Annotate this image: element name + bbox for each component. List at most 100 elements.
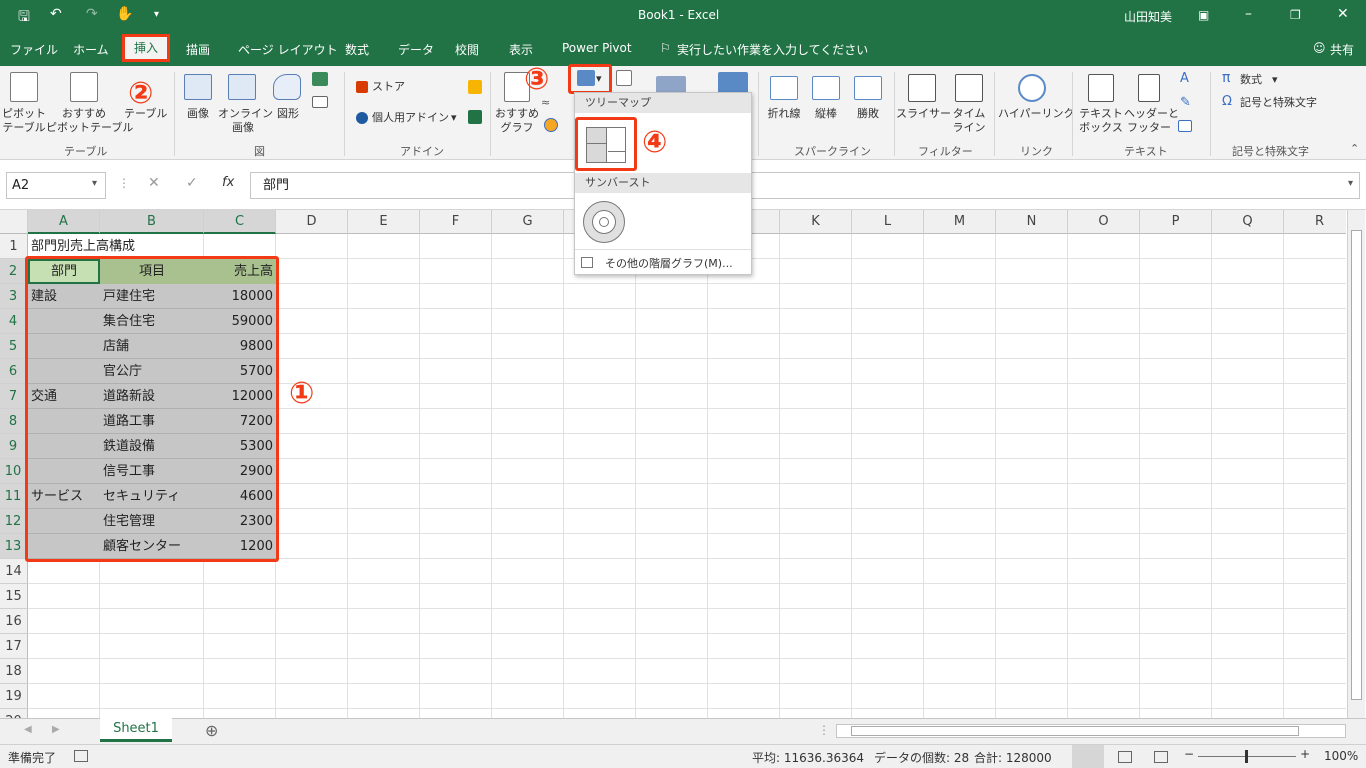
tab-insert[interactable]: 挿入 — [122, 34, 170, 62]
worksheet-grid[interactable]: ABCDEFGHIJKLMNOPQR1234567891011121314151… — [0, 210, 1346, 718]
zoom-out-icon[interactable]: − — [1184, 747, 1194, 761]
online-image-button[interactable]: オンライン 画像 — [218, 107, 273, 135]
vertical-scroll-thumb[interactable] — [1351, 230, 1362, 700]
row-header[interactable]: 8 — [0, 409, 28, 434]
row-header[interactable]: 10 — [0, 459, 28, 484]
personal-addin-button[interactable]: 個人用アドイン — [372, 111, 449, 125]
wordart-icon[interactable]: A — [1180, 72, 1189, 86]
column-header[interactable]: R — [1284, 210, 1346, 234]
save-icon[interactable]: 🖫 — [18, 6, 30, 30]
tab-power-pivot[interactable]: Power Pivot — [562, 41, 632, 55]
equation-button[interactable]: 数式 — [1240, 73, 1262, 87]
signature-icon[interactable]: ✎ — [1180, 96, 1191, 110]
row-header[interactable]: 16 — [0, 609, 28, 634]
close-icon[interactable]: ✕ — [1337, 6, 1349, 22]
expand-formula-icon[interactable]: ▾ — [1348, 178, 1353, 189]
pivot-table-button[interactable]: ピボット テーブル — [2, 107, 46, 135]
sunburst-option[interactable] — [583, 201, 625, 243]
sheet-tab-sheet1[interactable]: Sheet1 — [100, 718, 172, 742]
pie-chart-icon[interactable] — [544, 118, 558, 132]
column-header[interactable]: B — [100, 210, 204, 234]
row-header[interactable]: 9 — [0, 434, 28, 459]
shapes-button[interactable]: 図形 — [270, 107, 306, 121]
screenshot-icon[interactable] — [312, 96, 328, 108]
image-button[interactable]: 画像 — [180, 107, 216, 121]
status-count[interactable]: データの個数: 28 — [874, 749, 969, 766]
restore-icon[interactable]: ❐ — [1290, 8, 1301, 22]
zoom-slider-thumb[interactable] — [1245, 750, 1248, 763]
row-header[interactable]: 13 — [0, 534, 28, 559]
ribbon-display-icon[interactable]: ▣ — [1198, 8, 1209, 22]
row-header[interactable]: 19 — [0, 684, 28, 709]
store-button[interactable]: ストア — [372, 80, 405, 94]
row-header[interactable]: 6 — [0, 359, 28, 384]
customize-qat-icon[interactable]: ▾ — [154, 9, 159, 20]
header-footer-button[interactable]: ヘッダーと フッター — [1124, 107, 1179, 135]
recommended-chart-button[interactable]: おすすめ グラフ — [494, 107, 540, 135]
column-header[interactable]: E — [348, 210, 420, 234]
normal-view-button[interactable] — [1072, 745, 1104, 768]
row-header[interactable]: 12 — [0, 509, 28, 534]
timeline-button[interactable]: タイム ライン — [950, 107, 988, 135]
slicer-button[interactable]: スライサー — [896, 107, 951, 121]
tab-formulas[interactable]: 数式 — [345, 41, 369, 58]
object-icon[interactable] — [1178, 120, 1192, 132]
page-layout-view-icon[interactable] — [1118, 751, 1132, 763]
confirm-entry-icon[interactable]: ✓ — [186, 175, 198, 191]
sparkline-line-button[interactable]: 折れ線 — [764, 107, 804, 121]
zoom-in-icon[interactable]: + — [1300, 747, 1310, 761]
tab-draw[interactable]: 描画 — [186, 41, 210, 58]
tab-page-layout[interactable]: ページ レイアウト — [238, 41, 338, 58]
bing-icon[interactable] — [468, 80, 482, 94]
tab-review[interactable]: 校閲 — [455, 41, 479, 58]
page-break-view-icon[interactable] — [1154, 751, 1168, 763]
row-header[interactable]: 2 — [0, 259, 28, 284]
row-header[interactable]: 20 — [0, 709, 28, 718]
tab-file[interactable]: ファイル — [10, 41, 58, 58]
addin-dropdown-icon[interactable]: ▾ — [451, 111, 457, 125]
row-header[interactable]: 17 — [0, 634, 28, 659]
share-button[interactable]: 共有 — [1330, 41, 1354, 58]
zoom-level[interactable]: 100% — [1324, 749, 1358, 763]
next-sheet-icon[interactable]: ▶ — [52, 724, 60, 735]
sparkline-winloss-button[interactable]: 勝敗 — [850, 107, 886, 121]
add-sheet-icon[interactable]: ⊕ — [205, 721, 218, 740]
redo-icon[interactable]: ↷ — [86, 6, 98, 22]
cancel-entry-icon[interactable]: ✕ — [148, 175, 160, 191]
row-header[interactable]: 4 — [0, 309, 28, 334]
tab-split-icon[interactable]: ⋮ — [818, 723, 830, 737]
horizontal-scrollbar[interactable] — [836, 724, 1346, 738]
row-header[interactable]: 18 — [0, 659, 28, 684]
statistic-chart-icon[interactable] — [616, 70, 632, 86]
column-header[interactable]: M — [924, 210, 996, 234]
formula-input[interactable]: 部門 — [250, 172, 1360, 199]
tab-view[interactable]: 表示 — [509, 41, 533, 58]
user-name[interactable]: 山田知美 — [1124, 8, 1172, 25]
treemap-option[interactable] — [575, 117, 637, 171]
macro-record-icon[interactable] — [74, 750, 88, 762]
column-header[interactable]: A — [28, 210, 100, 234]
waterfall-chart-icon[interactable]: ≈ — [541, 96, 550, 110]
column-header[interactable]: F — [420, 210, 492, 234]
name-box[interactable]: A2 — [6, 172, 106, 199]
status-average[interactable]: 平均: 11636.36364 — [752, 749, 864, 766]
column-header[interactable]: G — [492, 210, 564, 234]
sparkline-column-button[interactable]: 縦棒 — [808, 107, 844, 121]
more-hierarchy-charts-item[interactable]: その他の階層グラフ(M)... — [605, 255, 733, 271]
row-header[interactable]: 1 — [0, 234, 28, 259]
tell-me-input[interactable]: 実行したい作業を入力してください — [677, 41, 868, 58]
recommended-pivot-button[interactable]: おすすめ ピボットテーブル — [46, 107, 133, 135]
people-graph-icon[interactable] — [468, 110, 482, 124]
select-all-corner[interactable] — [0, 210, 28, 234]
name-box-dropdown-icon[interactable]: ▾ — [92, 178, 97, 189]
hyperlink-button[interactable]: ハイパーリンク — [998, 107, 1075, 121]
column-header[interactable]: O — [1068, 210, 1140, 234]
column-header[interactable]: C — [204, 210, 276, 234]
column-header[interactable]: L — [852, 210, 924, 234]
equation-dropdown-icon[interactable]: ▾ — [1272, 73, 1278, 87]
minimize-icon[interactable]: – — [1245, 6, 1252, 22]
row-header[interactable]: 14 — [0, 559, 28, 584]
row-header[interactable]: 15 — [0, 584, 28, 609]
prev-sheet-icon[interactable]: ◀ — [24, 724, 32, 735]
column-header[interactable]: D — [276, 210, 348, 234]
